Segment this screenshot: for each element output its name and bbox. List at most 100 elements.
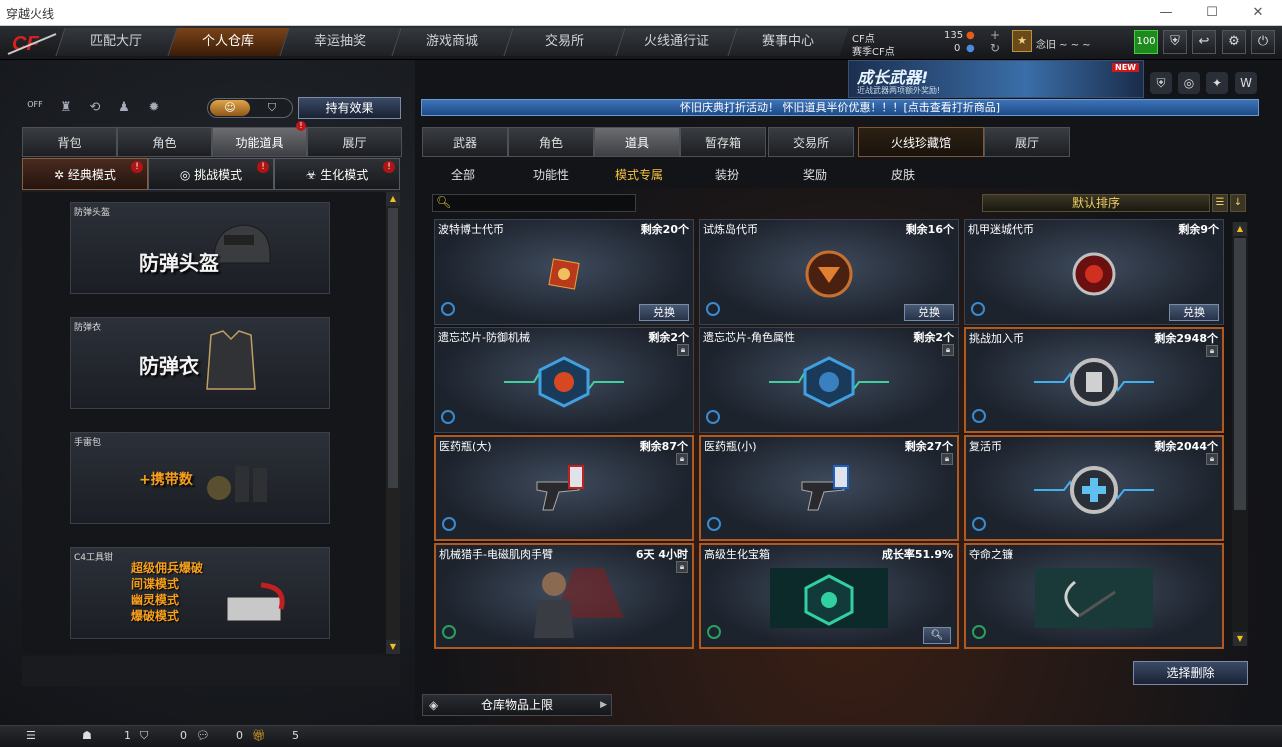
tab-lucky-draw[interactable]: 幸运抽奖 (279, 28, 401, 56)
card-helmet[interactable]: 防弹头盔 防弹头盔 (70, 202, 330, 294)
item-card[interactable]: 医药瓶(小) 剩余27个 🔒︎ (699, 435, 959, 541)
history-icon[interactable]: ⟲ (84, 100, 106, 118)
mode-challenge[interactable]: ◎ 挑战模式! (148, 158, 274, 190)
magnifier-icon[interactable]: 🔍︎ (923, 627, 951, 644)
lock-icon[interactable]: 🔒︎ (1206, 345, 1218, 357)
sort-direction-icon[interactable]: ↓ (1230, 194, 1246, 212)
tab-showroom[interactable]: 展厅 (307, 127, 402, 157)
tab-battle-pass[interactable]: 火线通行证 (615, 28, 737, 56)
scroll-down-icon[interactable]: ▼ (386, 640, 400, 654)
gift-icon[interactable]: 🎁︎ (252, 729, 266, 742)
tab-weapons[interactable]: 武器 (422, 127, 508, 157)
chat-icon[interactable]: 💬︎ (196, 729, 210, 742)
tab-gallery[interactable]: 展厅 (984, 127, 1070, 157)
effect-button[interactable]: 持有效果 (298, 97, 401, 119)
back-icon[interactable]: ↩ (1192, 30, 1216, 54)
target-icon[interactable]: ◎ (1178, 72, 1200, 94)
shield-icon[interactable]: ⛨ (1163, 30, 1187, 54)
search-input[interactable]: 🔍︎ (432, 194, 636, 212)
power-icon[interactable]: ⏻ (1251, 30, 1275, 54)
crest-icon[interactable]: ✦ (1206, 72, 1228, 94)
character-icon[interactable]: ☺ (210, 100, 250, 116)
family-icon[interactable]: ♜ (55, 100, 77, 118)
item-card[interactable]: 机甲迷城代币 剩余9个 兑换 (964, 219, 1224, 325)
close-icon[interactable]: ✕ (1238, 2, 1278, 24)
tab-backpack[interactable]: 背包 (22, 127, 117, 157)
mode-zombie[interactable]: ☣ 生化模式! (274, 158, 400, 190)
scroll-thumb[interactable] (1234, 238, 1246, 510)
badge-icon[interactable]: ⛉ (252, 100, 292, 116)
mode-classic[interactable]: ✲ 经典模式! (22, 158, 148, 190)
scroll-thumb[interactable] (388, 208, 398, 488)
left-scrollbar[interactable]: ▲ ▼ (386, 192, 400, 654)
notice-bar[interactable]: 怀旧庆典打折活动！ 怀旧道具半价优惠！！！[点击查看打折商品] (421, 99, 1259, 116)
subtab-dressup[interactable]: 装扮 (683, 166, 771, 183)
exchange-button[interactable]: 兑换 (1169, 304, 1219, 321)
lock-icon[interactable]: 🔒︎ (1206, 453, 1218, 465)
subtab-mode-exclusive[interactable]: 模式专属 (595, 166, 683, 183)
lock-icon[interactable]: 🔒︎ (676, 561, 688, 573)
subtab-skins[interactable]: 皮肤 (859, 166, 947, 183)
promo-banner[interactable]: 成长武器! 近战武器两项额外奖励! NEW (848, 60, 1144, 98)
tab-characters[interactable]: 角色 (508, 127, 594, 157)
tab-character[interactable]: 角色 (117, 127, 212, 157)
scroll-up-icon[interactable]: ▲ (1233, 222, 1247, 236)
grenade-icon[interactable]: ✹ (143, 100, 165, 118)
refresh-icon[interactable]: ↻ (990, 41, 1000, 55)
right-scrollbar[interactable]: ▲ ▼ (1232, 222, 1248, 646)
user-info[interactable]: ★ 念旧 ~ ~ ~ (1012, 30, 1122, 54)
shield-badge-icon[interactable]: ⛨ (1150, 72, 1172, 94)
item-card[interactable]: 夺命之镰 (964, 543, 1224, 649)
tab-trade[interactable]: 交易所 (768, 127, 854, 157)
wing-icon[interactable]: W (1235, 72, 1257, 94)
card-grenade-pack[interactable]: 手雷包 +携带数 (70, 432, 330, 524)
scroll-up-icon[interactable]: ▲ (386, 192, 400, 206)
item-remain: 剩余87个 (639, 440, 688, 453)
item-card[interactable]: 复活币 剩余2044个 🔒︎ (964, 435, 1224, 541)
warehouse-limit-button[interactable]: ◈ 仓库物品上限 ▶ (422, 694, 612, 716)
friends-icon[interactable]: ☗ (82, 729, 92, 742)
list-view-icon[interactable]: ☰ (1212, 194, 1228, 212)
exchange-button[interactable]: 兑换 (639, 304, 689, 321)
scroll-down-icon[interactable]: ▼ (1233, 632, 1247, 646)
tab-items[interactable]: 道具 (594, 127, 680, 157)
card-armor[interactable]: 防弹衣 防弹衣 (70, 317, 330, 409)
add-cf-icon[interactable]: + (990, 28, 1000, 42)
menu-icon[interactable]: ☰ (26, 729, 36, 742)
item-card[interactable]: 波特博士代币 剩余20个 兑换 (434, 219, 694, 325)
subtab-functional[interactable]: 功能性 (507, 166, 595, 183)
off-toggle-icon[interactable]: OFF (24, 100, 46, 118)
item-card[interactable]: 试炼岛代币 剩余16个 兑换 (699, 219, 959, 325)
minimize-icon[interactable]: — (1146, 2, 1186, 24)
tab-events[interactable]: 赛事中心 (727, 28, 849, 56)
subtab-rewards[interactable]: 奖励 (771, 166, 859, 183)
item-card[interactable]: 医药瓶(大) 剩余87个 🔒︎ (434, 435, 694, 541)
card-c4-tool[interactable]: C4工具钳 超级佣兵爆破 间谍模式 幽灵模式 爆破模式 (70, 547, 330, 639)
view-toggle[interactable]: ☺ ⛉ (207, 98, 293, 118)
person-icon[interactable]: ♟ (113, 100, 135, 118)
rank-icon: ★ (1012, 30, 1032, 52)
lock-icon[interactable]: 🔒︎ (677, 344, 689, 356)
clan-icon[interactable]: ⛉ (140, 729, 148, 743)
tab-exchange[interactable]: 交易所 (503, 28, 625, 56)
subtab-all[interactable]: 全部 (419, 166, 507, 183)
tab-storage[interactable]: 暂存箱 (680, 127, 766, 157)
maximize-icon[interactable]: ☐ (1192, 2, 1232, 24)
exchange-button[interactable]: 兑换 (904, 304, 954, 321)
item-card[interactable]: 挑战加入币 剩余2948个 🔒︎ (964, 327, 1224, 433)
delete-selected-button[interactable]: 选择删除 (1133, 661, 1248, 685)
tab-collection[interactable]: 火线珍藏馆 (858, 127, 984, 157)
item-card[interactable]: 高级生化宝箱 成长率51.9% 🔍︎ (699, 543, 959, 649)
lock-icon[interactable]: 🔒︎ (942, 344, 954, 356)
tab-function-items[interactable]: 功能道具 (212, 127, 307, 157)
lock-icon[interactable]: 🔒︎ (676, 453, 688, 465)
sort-select[interactable]: 默认排序 (982, 194, 1210, 212)
gear-icon[interactable]: ⚙ (1222, 30, 1246, 54)
lock-icon[interactable]: 🔒︎ (941, 453, 953, 465)
tab-match-lobby[interactable]: 匹配大厅 (55, 28, 177, 56)
tab-game-mall[interactable]: 游戏商城 (391, 28, 513, 56)
item-card[interactable]: 遗忘芯片-防御机械 剩余2个 🔒︎ (434, 327, 694, 433)
tab-warehouse[interactable]: 个人仓库 (167, 28, 289, 56)
item-card[interactable]: 遗忘芯片-角色属性 剩余2个 🔒︎ (699, 327, 959, 433)
item-card[interactable]: 机械猎手-电磁肌肉手臂 6天 4小时 🔒︎ (434, 543, 694, 649)
